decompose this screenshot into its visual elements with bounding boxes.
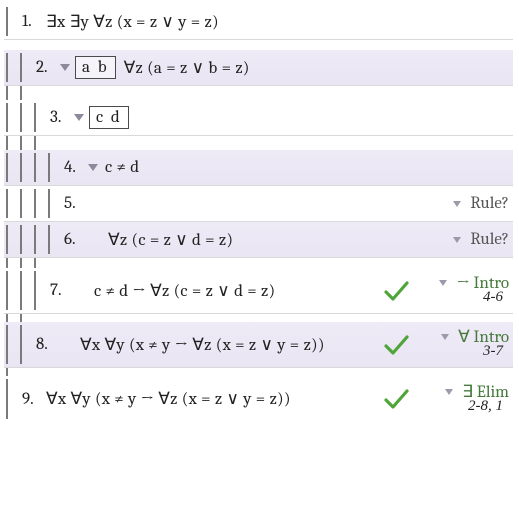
proof-line-5[interactable]: 5. Rule? bbox=[4, 186, 513, 222]
rule-toggle-icon[interactable] bbox=[453, 201, 461, 207]
line-number: 1. bbox=[22, 12, 44, 31]
rule-toggle-icon[interactable] bbox=[453, 237, 461, 243]
citation: 3-7 bbox=[483, 343, 509, 362]
proof-line-7[interactable]: 7. c ≠ d → ∀z (c = z ∨ d = z) → Intro 4-… bbox=[4, 268, 513, 314]
proof-line-3[interactable]: 3. c d bbox=[4, 100, 513, 136]
formula: c ≠ d bbox=[103, 158, 509, 177]
line-number: 8. bbox=[36, 335, 58, 354]
line-number: 7. bbox=[50, 281, 72, 300]
proof-line-8[interactable]: 8. ∀x ∀y (x ≠ y → ∀z (x = z ∨ y = z)) ∀ … bbox=[4, 322, 513, 368]
proof-line-1[interactable]: 1. ∃x ∃y ∀z (x = z ∨ y = z) bbox=[4, 4, 513, 40]
toggle-icon[interactable] bbox=[60, 64, 70, 71]
check-icon bbox=[383, 388, 409, 410]
line-number: 2. bbox=[36, 58, 58, 77]
toggle-icon[interactable] bbox=[74, 114, 84, 121]
formula: ∀z (c = z ∨ d = z) bbox=[106, 230, 394, 250]
flag-box[interactable]: a b bbox=[75, 56, 116, 79]
proof-line-4[interactable]: 4. c ≠ d bbox=[4, 150, 513, 186]
check-icon bbox=[383, 334, 409, 356]
citation: 2-8, 1 bbox=[468, 398, 509, 417]
rule-selector[interactable]: Rule? bbox=[470, 230, 509, 249]
line-number: 6. bbox=[64, 230, 86, 249]
rule-toggle-icon[interactable] bbox=[445, 389, 453, 395]
rule-toggle-icon[interactable] bbox=[441, 334, 449, 340]
formula: ∀x ∀y (x ≠ y → ∀z (x = z ∨ y = z)) bbox=[44, 389, 383, 409]
proof-line-9[interactable]: 9. ∀x ∀y (x ≠ y → ∀z (x = z ∨ y = z)) ∃ … bbox=[4, 376, 513, 422]
rule-toggle-icon[interactable] bbox=[439, 280, 447, 286]
line-number: 4. bbox=[64, 158, 86, 177]
line-number: 3. bbox=[50, 108, 72, 127]
formula: ∀x ∀y (x ≠ y → ∀z (x = z ∨ y = z)) bbox=[78, 335, 383, 355]
check-icon bbox=[383, 280, 409, 302]
toggle-icon[interactable] bbox=[88, 164, 98, 171]
formula: ∀z (a = z ∨ b = z) bbox=[122, 58, 509, 78]
proof-container: 1. ∃x ∃y ∀z (x = z ∨ y = z) 2. a b ∀z (a… bbox=[4, 4, 513, 422]
line-number: 9. bbox=[22, 390, 44, 409]
line-number: 5. bbox=[64, 194, 86, 213]
flag-box[interactable]: c d bbox=[89, 106, 129, 129]
proof-line-6[interactable]: 6. ∀z (c = z ∨ d = z) Rule? bbox=[4, 222, 513, 258]
formula: ∃x ∃y ∀z (x = z ∨ y = z) bbox=[44, 12, 509, 32]
citation: 4-6 bbox=[483, 289, 509, 308]
proof-line-2[interactable]: 2. a b ∀z (a = z ∨ b = z) bbox=[4, 50, 513, 86]
formula: c ≠ d → ∀z (c = z ∨ d = z) bbox=[92, 281, 383, 301]
rule-selector[interactable]: Rule? bbox=[470, 194, 509, 213]
